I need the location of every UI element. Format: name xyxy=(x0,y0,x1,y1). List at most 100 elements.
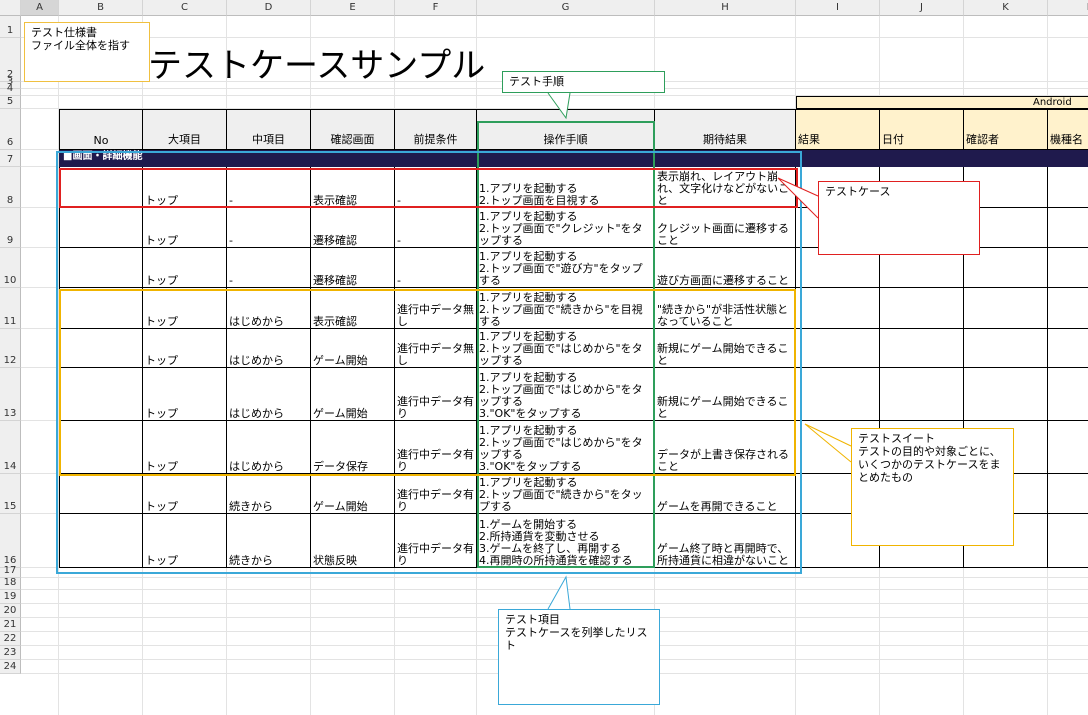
table-row-no xyxy=(59,514,143,568)
row-header-1[interactable]: 1 xyxy=(0,16,21,38)
row-header-10[interactable]: 10 xyxy=(0,248,21,288)
cell-pre: 進行中データ有り xyxy=(395,368,477,421)
cell-expected: 表示崩れ、レイアウト崩れ、文字化けなどがないこと xyxy=(655,167,796,208)
cell-major: トップ xyxy=(143,208,227,248)
row-header-22[interactable]: 22 xyxy=(0,632,21,646)
cell-pre: - xyxy=(395,208,477,248)
item-pointer xyxy=(547,575,571,610)
column-header-b[interactable]: B xyxy=(59,0,143,16)
android-result-cell[interactable] xyxy=(796,368,880,421)
android-result-cell[interactable] xyxy=(796,288,880,329)
column-header-i[interactable]: I xyxy=(796,0,880,16)
cell-steps: 1.アプリを起動する 2.トップ画面で"はじめから"をタップする xyxy=(477,329,655,368)
cell-middle: はじめから xyxy=(227,368,311,421)
steps-annotation: テスト手順 xyxy=(502,71,665,93)
android-result-cell[interactable] xyxy=(964,288,1048,329)
cell-expected: クレジット画面に遷移すること xyxy=(655,208,796,248)
android-result-cell[interactable] xyxy=(1048,248,1088,288)
cell-screen: 遷移確認 xyxy=(311,208,395,248)
row-header-14[interactable]: 14 xyxy=(0,421,21,474)
cell-middle: - xyxy=(227,248,311,288)
android-result-cell[interactable] xyxy=(1048,329,1088,368)
android-result-cell[interactable] xyxy=(964,368,1048,421)
row-header-12[interactable]: 12 xyxy=(0,329,21,368)
table-header-3: 確認画面 xyxy=(311,109,395,150)
row-header-13[interactable]: 13 xyxy=(0,368,21,421)
column-header-j[interactable]: J xyxy=(880,0,964,16)
table-row-no xyxy=(59,208,143,248)
row-header-8[interactable]: 8 xyxy=(0,167,21,208)
column-header-h[interactable]: H xyxy=(655,0,796,16)
android-result-cell[interactable] xyxy=(1048,514,1088,568)
cell-pre: - xyxy=(395,248,477,288)
testcase-annotation: テストケース xyxy=(818,181,980,255)
select-all-corner[interactable] xyxy=(0,0,21,16)
column-header-e[interactable]: E xyxy=(311,0,395,16)
row-header-18[interactable]: 18 xyxy=(0,577,21,590)
column-header-g[interactable]: G xyxy=(477,0,655,16)
row-header-24[interactable]: 24 xyxy=(0,660,21,674)
cell-pre: 進行中データ有り xyxy=(395,514,477,568)
cell-pre: 進行中データ有り xyxy=(395,474,477,514)
row-header-19[interactable]: 19 xyxy=(0,590,21,604)
cell-major: トップ xyxy=(143,167,227,208)
cell-middle: - xyxy=(227,208,311,248)
column-header-c[interactable]: C xyxy=(143,0,227,16)
suite-annotation: テストスイート テストの目的や対象ごとに、いくつかのテストケースをまとめたもの xyxy=(851,428,1014,546)
android-result-cell[interactable] xyxy=(1048,208,1088,248)
cell-screen: ゲーム開始 xyxy=(311,368,395,421)
cell-major: トップ xyxy=(143,288,227,329)
android-result-cell[interactable] xyxy=(964,329,1048,368)
cell-middle: - xyxy=(227,167,311,208)
cell-expected: 新規にゲーム開始できること xyxy=(655,368,796,421)
android-result-cell[interactable] xyxy=(796,329,880,368)
cell-expected: ゲームを再開できること xyxy=(655,474,796,514)
cell-major: トップ xyxy=(143,514,227,568)
android-result-cell[interactable] xyxy=(1048,368,1088,421)
cell-major: トップ xyxy=(143,368,227,421)
android-result-cell[interactable] xyxy=(880,329,964,368)
table-row-no xyxy=(59,421,143,474)
row-header-21[interactable]: 21 xyxy=(0,618,21,632)
row-header-11[interactable]: 11 xyxy=(0,288,21,329)
row-header-7[interactable]: 7 xyxy=(0,150,21,167)
column-header-d[interactable]: D xyxy=(227,0,311,16)
android-result-cell[interactable] xyxy=(1048,474,1088,514)
android-header-1: 日付 xyxy=(880,109,964,150)
cell-pre: 進行中データ無し xyxy=(395,329,477,368)
row-header-6[interactable]: 6 xyxy=(0,109,21,150)
table-header-0: No xyxy=(59,109,143,150)
column-header-l[interactable]: L xyxy=(1048,0,1088,16)
table-row-no xyxy=(59,167,143,208)
column-header-f[interactable]: F xyxy=(395,0,477,16)
row-header-16[interactable]: 16 xyxy=(0,514,21,568)
cell-steps: 1.アプリを起動する 2.トップ画面で"はじめから"をタップする 3."OK"を… xyxy=(477,368,655,421)
cell-pre: 進行中データ無し xyxy=(395,288,477,329)
column-header-k[interactable]: K xyxy=(964,0,1048,16)
android-result-cell[interactable] xyxy=(1048,421,1088,474)
row-header-20[interactable]: 20 xyxy=(0,604,21,618)
android-header-0: 結果 xyxy=(796,109,880,150)
android-result-cell[interactable] xyxy=(1048,167,1088,208)
android-result-cell[interactable] xyxy=(880,288,964,329)
cell-expected: データが上書き保存されること xyxy=(655,421,796,474)
row-header-9[interactable]: 9 xyxy=(0,208,21,248)
row-header-5[interactable]: 5 xyxy=(0,96,21,109)
android-result-cell[interactable] xyxy=(880,368,964,421)
android-header-3: 機種名 xyxy=(1048,109,1088,150)
column-header-a[interactable]: A xyxy=(21,0,59,16)
row-header-23[interactable]: 23 xyxy=(0,646,21,660)
android-result-cell[interactable] xyxy=(1048,288,1088,329)
table-row-no xyxy=(59,248,143,288)
table-row-no xyxy=(59,288,143,329)
cell-steps: 1.アプリを起動する 2.トップ画面で"続きから"をタップする xyxy=(477,474,655,514)
cell-major: トップ xyxy=(143,474,227,514)
cell-steps: 1.アプリを起動する 2.トップ画面で"はじめから"をタップする 3."OK"を… xyxy=(477,421,655,474)
table-header-2: 中項目 xyxy=(227,109,311,150)
row-header-15[interactable]: 15 xyxy=(0,474,21,514)
row-header-4[interactable]: 4 xyxy=(0,83,21,96)
cell-screen: 表示確認 xyxy=(311,167,395,208)
cell-middle: はじめから xyxy=(227,329,311,368)
table-row-no xyxy=(59,474,143,514)
cell-steps: 1.アプリを起動する 2.トップ画面で"クレジット"をタップする xyxy=(477,208,655,248)
